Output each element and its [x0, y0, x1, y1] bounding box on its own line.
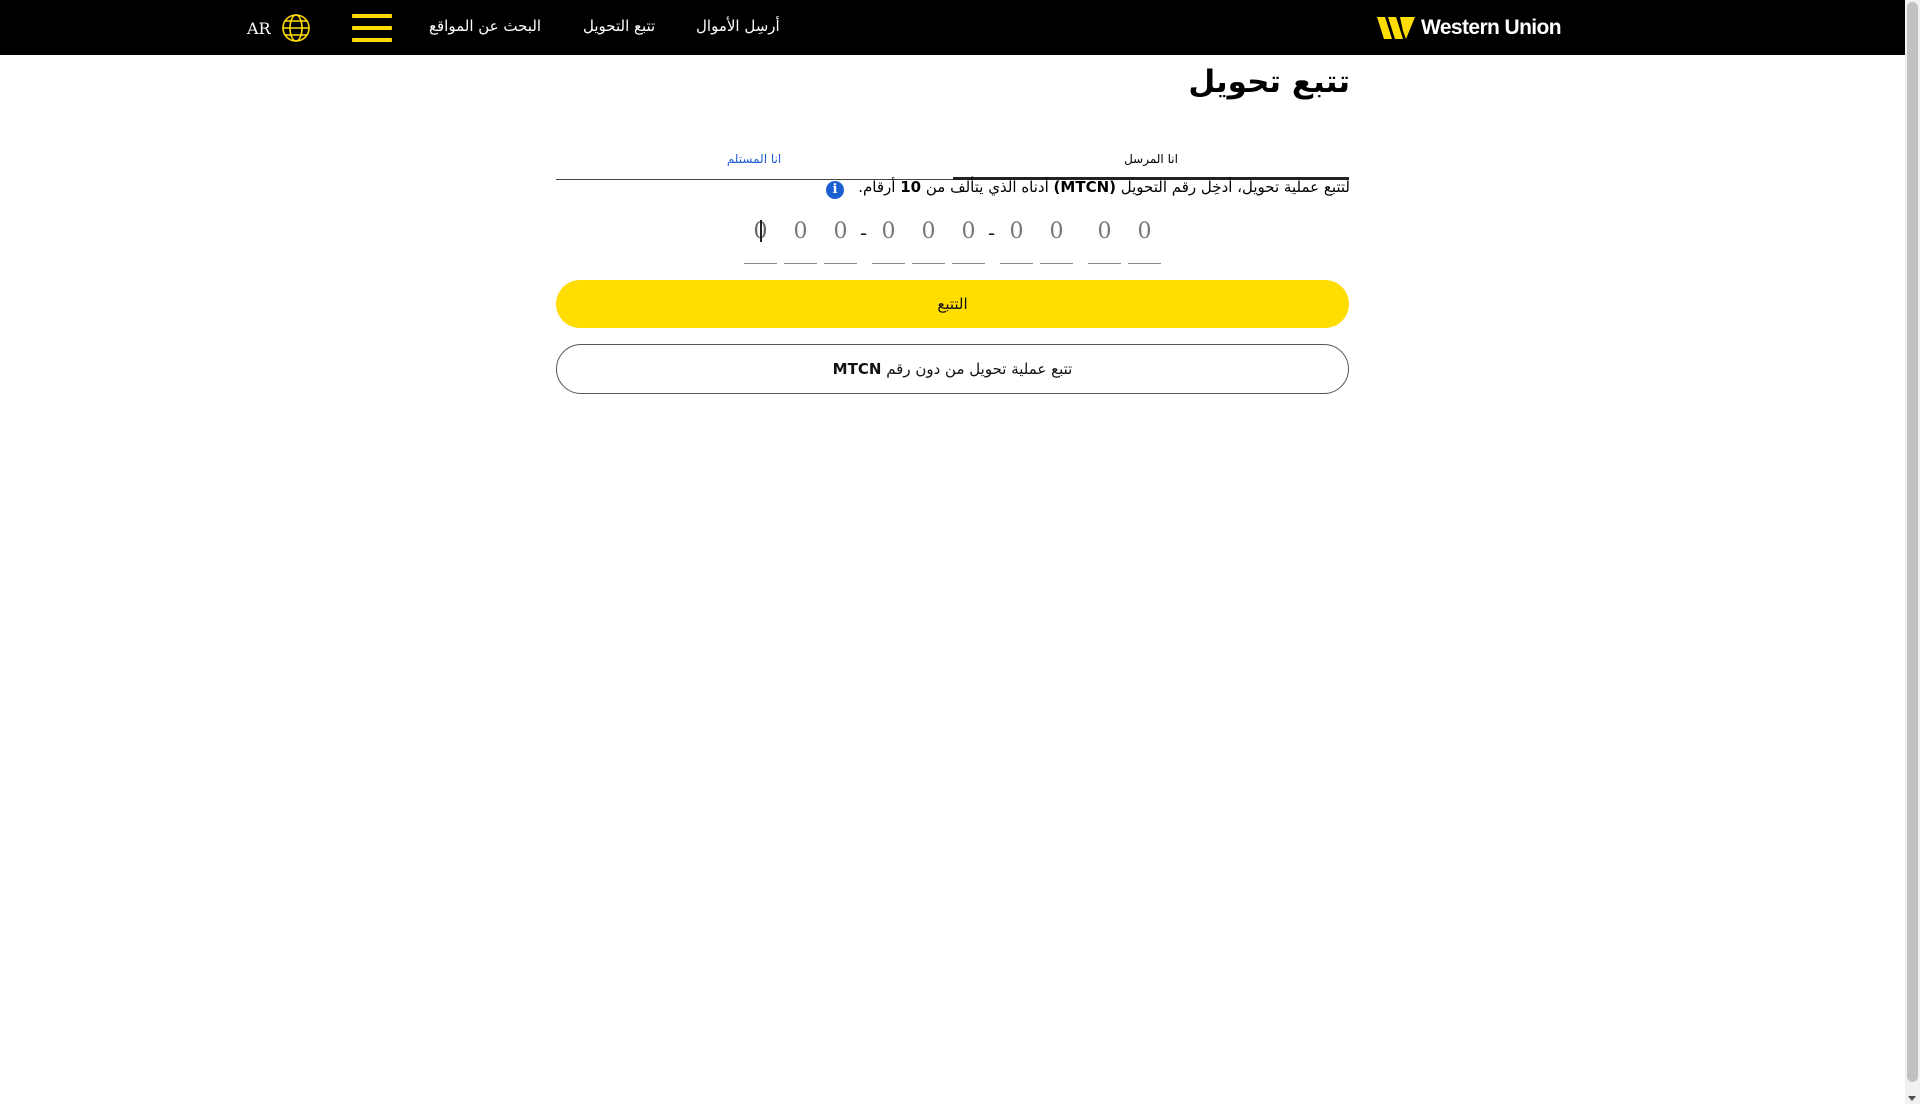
nav-send-money[interactable]: أرسِل الأموال	[696, 17, 780, 35]
track-button[interactable]: التتبع	[556, 280, 1349, 328]
mtcn-digit-4[interactable]: 0	[872, 210, 905, 264]
page-title: تتبع تحويل	[1188, 64, 1350, 100]
western-union-logo[interactable]: Western Union	[1377, 16, 1562, 40]
mtcn-digit-6[interactable]: 0	[952, 210, 985, 264]
instruction-text-2: أدناه الذي يتألف من	[921, 178, 1054, 196]
instruction-text-1: لتتبع عملية تحويل، أدخِل رقم التحويل	[1116, 178, 1350, 196]
instruction-mtcn-code: (MTCN)	[1053, 178, 1116, 196]
scrollbar-thumb[interactable]	[1907, 2, 1918, 1082]
site-header: AR البحث عن المواقع تتبع التحويل أرسِل ا…	[0, 0, 1905, 55]
logo-text: Western Union	[1421, 16, 1562, 39]
language-label: AR	[247, 18, 271, 38]
mtcn-digit-5[interactable]: 0	[912, 210, 945, 264]
wu-logo-icon	[1377, 17, 1415, 39]
role-tabs: انا المستلم انا المرسل	[556, 138, 1349, 180]
instruction-digit-count: 10	[900, 178, 922, 196]
language-selector[interactable]: AR	[247, 13, 311, 43]
track-without-mtcn-button[interactable]: تتبع عملية تحويل من دون رقم MTCN	[556, 344, 1349, 394]
mtcn-digit-8[interactable]: 0	[1040, 210, 1073, 264]
mtcn-digit-7[interactable]: 0	[1000, 210, 1033, 264]
globe-icon	[281, 14, 310, 42]
page-scrollbar[interactable]	[1905, 0, 1920, 1104]
instruction-text-3: أرقام.	[858, 178, 901, 196]
text-caret	[760, 220, 762, 242]
nav-track-transfer[interactable]: تتبع التحويل	[583, 17, 655, 35]
tab-receiver[interactable]: انا المستلم	[556, 138, 952, 180]
menu-icon[interactable]	[352, 14, 392, 42]
info-icon[interactable]: i	[826, 181, 844, 199]
scroll-down-arrow-icon[interactable]	[1908, 1096, 1916, 1101]
mtcn-digit-10[interactable]: 0	[1128, 210, 1161, 264]
tab-sender[interactable]: انا المرسل	[953, 138, 1349, 180]
nav-find-locations[interactable]: البحث عن المواقع	[429, 17, 541, 35]
mtcn-instruction: لتتبع عملية تحويل، أدخِل رقم التحويل (MT…	[820, 178, 1350, 196]
mtcn-separator-2: -	[988, 221, 996, 245]
mtcn-separator-1: -	[860, 221, 868, 245]
track-without-mtcn-text: تتبع عملية تحويل من دون رقم	[886, 360, 1073, 378]
mtcn-digit-2[interactable]: 0	[784, 210, 817, 264]
track-without-mtcn-code: MTCN	[832, 360, 882, 378]
mtcn-digit-3[interactable]: 0	[824, 210, 857, 264]
mtcn-digit-9[interactable]: 0	[1088, 210, 1121, 264]
